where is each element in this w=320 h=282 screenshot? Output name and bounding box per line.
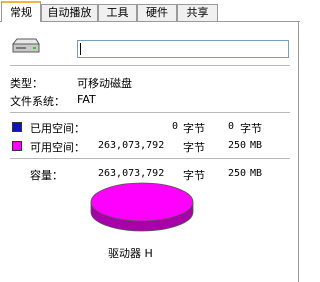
free-space-bytes: 263,073,792	[98, 140, 165, 151]
used-space-label: 已用空间：	[30, 122, 85, 135]
separator	[10, 65, 290, 67]
used-space-size: 0	[228, 121, 235, 132]
separator	[10, 112, 290, 114]
capacity-bytes-unit: 字节	[183, 169, 205, 182]
tab-general[interactable]: 常规	[1, 1, 41, 22]
used-space-bytes: 0	[172, 121, 179, 132]
free-space-label: 可用空间：	[30, 141, 85, 154]
type-label: 类型：	[10, 77, 43, 90]
free-space-bytes-unit: 字节	[183, 141, 205, 154]
tab-bar: 常规 自动播放 工具 硬件 共享	[0, 0, 300, 22]
drive-name-input[interactable]	[77, 40, 289, 58]
capacity-bytes: 263,073,792	[98, 168, 165, 179]
capacity-label: 容量：	[30, 169, 63, 182]
free-space-size: 250	[228, 140, 247, 151]
separator	[10, 158, 290, 160]
text-caret	[80, 43, 81, 55]
free-space-size-unit: MB	[250, 140, 263, 151]
pie-free-top	[90, 182, 194, 222]
used-space-size-unit: 字节	[240, 122, 262, 135]
tab-tools[interactable]: 工具	[98, 4, 137, 21]
capacity-size-unit: MB	[250, 168, 263, 179]
tab-hardware[interactable]: 硬件	[137, 4, 177, 21]
drive-letter-label: 驱动器 H	[108, 247, 153, 260]
disk-usage-pie	[90, 182, 194, 232]
type-value: 可移动磁盘	[77, 77, 132, 90]
free-space-color-swatch	[12, 141, 22, 151]
used-space-bytes-unit: 字节	[183, 122, 205, 135]
used-space-color-swatch	[12, 122, 22, 132]
removable-drive-icon	[11, 38, 40, 53]
tab-autoplay[interactable]: 自动播放	[41, 4, 98, 21]
capacity-size: 250	[228, 168, 247, 179]
filesystem-label: 文件系统：	[10, 95, 65, 108]
filesystem-value: FAT	[77, 93, 96, 106]
tab-sharing[interactable]: 共享	[177, 4, 218, 21]
